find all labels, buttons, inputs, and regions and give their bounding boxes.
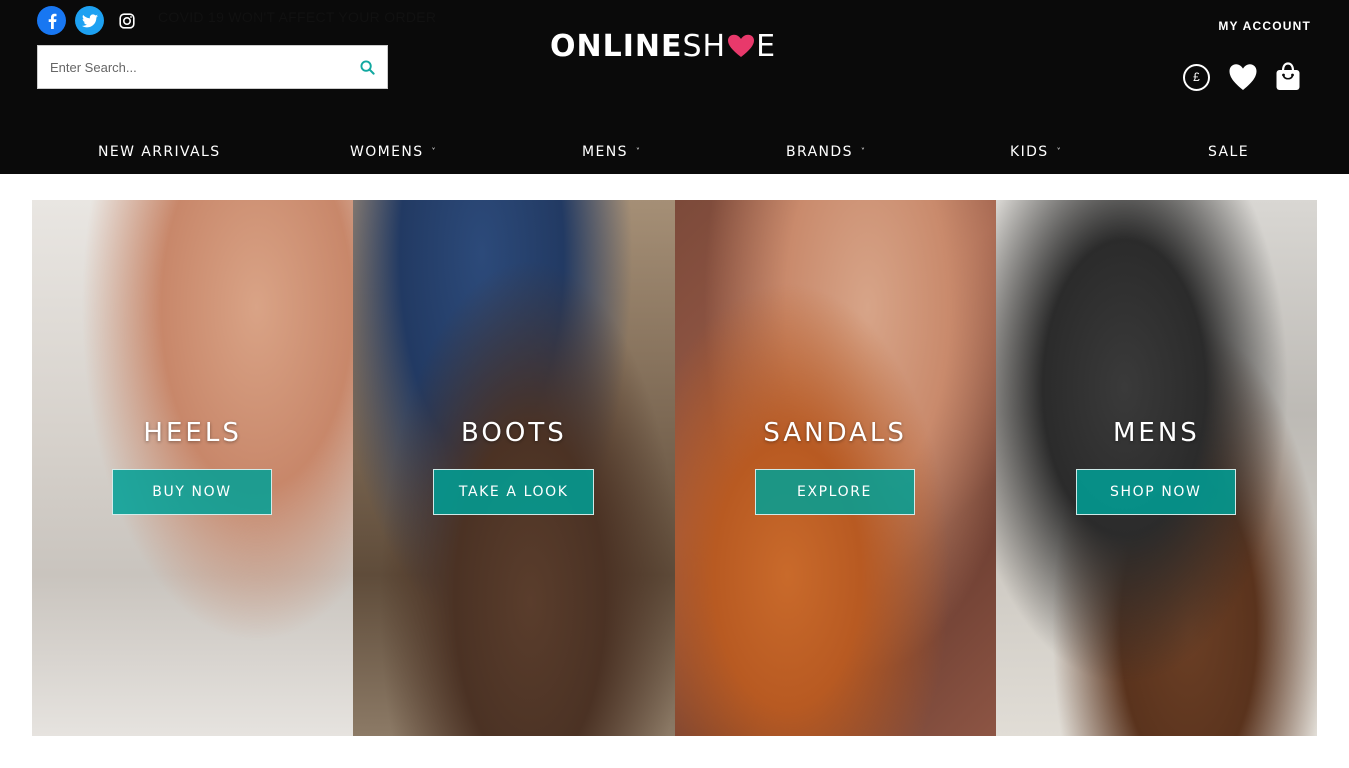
nav-label: WOMENS	[350, 144, 424, 160]
site-header: COVID 19 WON'T AFFECT YOUR ORDER ONLINE …	[0, 0, 1349, 174]
chevron-down-icon: ˅	[431, 146, 437, 156]
nav-label: SALE	[1208, 144, 1249, 160]
my-account-link[interactable]: MY ACCOUNT	[1218, 19, 1311, 33]
nav-label: KIDS	[1010, 144, 1049, 160]
take-a-look-button[interactable]: TAKE A LOOK	[433, 469, 595, 515]
search-input[interactable]	[38, 46, 338, 88]
nav-label: NEW ARRIVALS	[98, 144, 221, 160]
header-actions: £	[1183, 62, 1302, 92]
logo-text-light: SH	[682, 28, 727, 64]
category-image-sandals	[674, 200, 996, 736]
nav-kids[interactable]: KIDS ˅	[1010, 144, 1062, 160]
search-box	[37, 45, 388, 89]
nav-sale[interactable]: SALE	[1208, 144, 1249, 160]
chevron-down-icon: ˅	[860, 146, 867, 156]
category-title: MENS	[1112, 418, 1200, 448]
nav-label: MENS	[582, 144, 628, 160]
chevron-down-icon: ˅	[1056, 146, 1062, 156]
category-tile-mens[interactable]: MENS SHOP NOW	[995, 200, 1317, 736]
explore-button[interactable]: EXPLORE	[754, 469, 915, 515]
category-title: HEELS	[143, 418, 242, 448]
buy-now-button[interactable]: BUY NOW	[112, 469, 272, 515]
heart-icon[interactable]	[1228, 63, 1258, 91]
twitter-icon[interactable]	[75, 6, 104, 35]
nav-mens[interactable]: MENS ˅	[582, 144, 641, 160]
facebook-icon[interactable]	[37, 6, 66, 35]
nav-new-arrivals[interactable]: NEW ARRIVALS	[98, 144, 221, 160]
category-tile-heels[interactable]: HEELS BUY NOW	[32, 200, 354, 736]
category-tile-boots[interactable]: BOOTS TAKE A LOOK	[353, 200, 675, 736]
chevron-down-icon: ˅	[635, 146, 642, 156]
category-title: BOOTS	[461, 418, 567, 448]
category-image-heels	[32, 200, 354, 736]
shop-now-button[interactable]: SHOP NOW	[1075, 469, 1236, 515]
instagram-icon[interactable]	[117, 11, 137, 31]
category-image-mens	[995, 200, 1317, 736]
shopping-bag-icon[interactable]	[1274, 62, 1302, 92]
main-nav: NEW ARRIVALS WOMENS ˅ MENS ˅ BRANDS ˅ KI…	[0, 131, 1349, 174]
nav-brands[interactable]: BRANDS ˅	[786, 144, 866, 160]
logo-text-light-end: E	[756, 28, 777, 64]
nav-label: BRANDS	[786, 144, 853, 160]
logo-heart-icon	[727, 34, 755, 58]
currency-icon[interactable]: £	[1183, 63, 1210, 91]
search-icon[interactable]	[357, 57, 377, 77]
social-links	[37, 6, 137, 35]
logo-text-bold: ONLINE	[550, 28, 683, 64]
category-image-boots	[353, 200, 675, 736]
category-tiles: HEELS BUY NOW BOOTS TAKE A LOOK SANDALS …	[32, 200, 1317, 736]
nav-womens[interactable]: WOMENS ˅	[350, 144, 437, 160]
category-title: SANDALS	[763, 418, 907, 448]
site-logo[interactable]: ONLINE SH E	[550, 28, 776, 64]
category-tile-sandals[interactable]: SANDALS EXPLORE	[674, 200, 996, 736]
covid-notice: COVID 19 WON'T AFFECT YOUR ORDER	[158, 9, 437, 25]
